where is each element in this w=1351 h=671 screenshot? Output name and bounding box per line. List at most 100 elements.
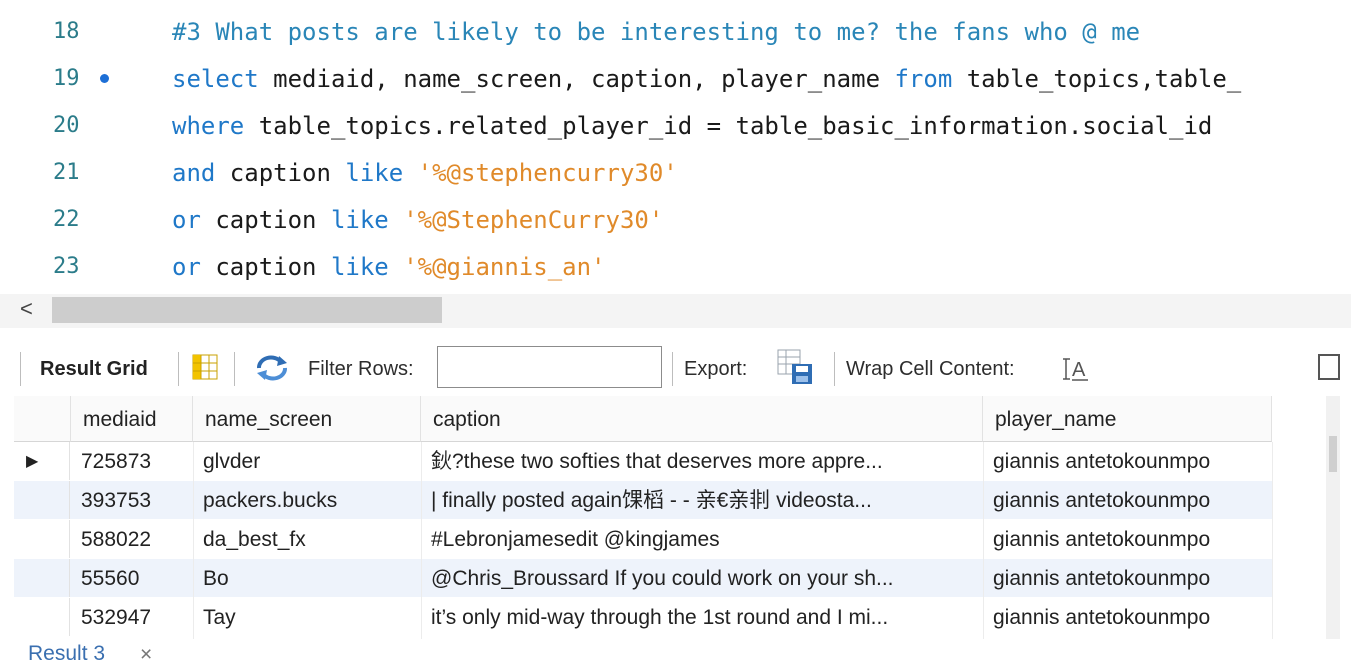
cell-caption[interactable]: it’s only mid-way through the 1st round … (431, 598, 979, 636)
sql-keyword: from (894, 65, 953, 93)
sql-keyword: select (172, 65, 259, 93)
filter-rows-label: Filter Rows: (308, 358, 414, 380)
code-line[interactable]: 23 or caption like '%@giannis_an' (0, 249, 1351, 285)
sql-string: '%@giannis_an' (403, 253, 606, 281)
result-toolbar: Result Grid Filter Rows: Export: Wrap Ce… (0, 340, 1351, 394)
scrollbar-thumb[interactable] (52, 297, 442, 323)
code-text: #3 What posts are likely to be interesti… (172, 14, 1140, 50)
sql-string: '%@StephenCurry30' (403, 206, 664, 234)
wrap-text-icon[interactable]: A (1062, 356, 1090, 387)
code-line[interactable]: 19 select mediaid, name_screen, caption, … (0, 61, 1351, 97)
cell-name-screen[interactable]: Tay (203, 598, 417, 636)
sql-keyword: or (172, 206, 201, 234)
row-header[interactable] (14, 481, 70, 519)
toolbar-separator (20, 352, 21, 386)
row-header[interactable] (14, 520, 70, 558)
code-text: and caption like '%@stephencurry30' (172, 155, 678, 191)
code-text: or caption like '%@StephenCurry30' (172, 202, 663, 238)
code-text: where table_topics.related_player_id = t… (172, 108, 1212, 144)
line-number: 21 (53, 160, 80, 185)
code-line[interactable]: 18 #3 What posts are likely to be interes… (0, 14, 1351, 50)
cell-mediaid[interactable]: 725873 (81, 442, 189, 480)
sql-editor[interactable]: 18 #3 What posts are likely to be interes… (0, 0, 1351, 290)
cell-mediaid[interactable]: 588022 (81, 520, 189, 558)
line-number: 23 (53, 254, 80, 279)
result-3-tab[interactable]: Result 3 (28, 642, 105, 666)
svg-text:A: A (1072, 359, 1086, 381)
cell-player-name[interactable]: giannis antetokounmpo (993, 598, 1268, 636)
code-line[interactable]: 22 or caption like '%@StephenCurry30' (0, 202, 1351, 238)
row-header[interactable] (14, 598, 70, 636)
vertical-scrollbar-thumb[interactable] (1329, 436, 1337, 472)
sql-string: '%@stephencurry30' (417, 159, 678, 187)
result-grid-button[interactable]: Result Grid (40, 340, 148, 394)
row-header[interactable] (14, 559, 70, 597)
line-number: 18 (53, 19, 80, 44)
cell-caption[interactable]: | finally posted again馃槄 - - 亲€亲剕 videos… (431, 481, 979, 519)
cell-name-screen[interactable]: packers.bucks (203, 481, 417, 519)
table-row[interactable]: 393753 packers.bucks | finally posted agai… (14, 481, 1272, 519)
cell-mediaid[interactable]: 55560 (81, 559, 189, 597)
column-header-caption[interactable]: caption (421, 396, 983, 442)
table-row[interactable]: 55560 Bo @Chris_Broussard If you could wor… (14, 559, 1272, 597)
cell-name-screen[interactable]: da_best_fx (203, 520, 417, 558)
sql-keyword: or (172, 253, 201, 281)
cell-player-name[interactable]: giannis antetokounmpo (993, 481, 1268, 519)
statement-marker-icon (100, 74, 109, 83)
grid-view-icon[interactable] (192, 354, 218, 385)
refresh-icon[interactable] (255, 354, 289, 387)
line-number: 20 (53, 113, 80, 138)
cell-name-screen[interactable]: glvder (203, 442, 417, 480)
cell-player-name[interactable]: giannis antetokounmpo (993, 520, 1268, 558)
grid-column-divider (193, 442, 194, 639)
row-header-corner (14, 396, 71, 442)
sql-keyword: like (345, 159, 404, 187)
code-text: select mediaid, name_screen, caption, pl… (172, 61, 1241, 97)
sql-comment: #3 What posts are likely to be interesti… (172, 18, 1141, 46)
filter-rows-input[interactable] (437, 346, 662, 388)
close-icon[interactable]: × (140, 643, 152, 667)
result-tab-bar: Result 3 × (0, 640, 1351, 671)
panel-toggle-checkbox[interactable] (1318, 354, 1340, 380)
toolbar-separator (672, 352, 673, 386)
grid-column-divider (983, 442, 984, 639)
result-grid[interactable]: mediaid name_screen caption player_name … (14, 396, 1330, 639)
sql-token: caption (215, 159, 346, 187)
sql-token: mediaid, name_screen, caption, player_na… (258, 65, 895, 93)
code-line[interactable]: 20 where table_topics.related_player_id =… (0, 108, 1351, 144)
current-row-arrow-icon: ▶ (26, 453, 39, 470)
code-text: or caption like '%@giannis_an' (172, 249, 606, 285)
column-header-name-screen[interactable]: name_screen (193, 396, 421, 442)
cell-player-name[interactable]: giannis antetokounmpo (993, 442, 1268, 480)
table-row[interactable]: 532947 Tay it’s only mid-way through the 1… (14, 598, 1272, 636)
sql-token: caption (200, 253, 331, 281)
cell-mediaid[interactable]: 393753 (81, 481, 189, 519)
vertical-scrollbar[interactable] (1326, 396, 1340, 639)
toolbar-separator (834, 352, 835, 386)
table-row[interactable]: ▶ 725873 glvder 鈥?these two softies that de… (14, 442, 1272, 480)
grid-column-divider (421, 442, 422, 639)
sql-keyword: and (172, 159, 216, 187)
sql-keyword: like (330, 253, 389, 281)
scroll-left-icon[interactable]: < (20, 296, 33, 322)
export-icon[interactable] (776, 348, 814, 391)
table-row[interactable]: 588022 da_best_fx #Lebronjamesedit @kingja… (14, 520, 1272, 558)
horizontal-scrollbar[interactable]: < (0, 294, 1351, 328)
column-header-player-name[interactable]: player_name (983, 396, 1272, 442)
cell-caption[interactable]: @Chris_Broussard If you could work on yo… (431, 559, 979, 597)
line-number: 22 (53, 207, 80, 232)
cell-caption[interactable]: 鈥?these two softies that deserves more a… (431, 442, 979, 480)
grid-column-divider (1272, 442, 1273, 639)
sql-token: caption (200, 206, 331, 234)
sql-token: table_topics.related_player_id = table_b… (244, 112, 1213, 140)
column-header-mediaid[interactable]: mediaid (71, 396, 193, 442)
code-line[interactable]: 21 and caption like '%@stephencurry30' (0, 155, 1351, 191)
row-header[interactable]: ▶ (14, 442, 70, 480)
cell-name-screen[interactable]: Bo (203, 559, 417, 597)
cell-player-name[interactable]: giannis antetokounmpo (993, 559, 1268, 597)
cell-caption[interactable]: #Lebronjamesedit @kingjames (431, 520, 979, 558)
cell-mediaid[interactable]: 532947 (81, 598, 189, 636)
